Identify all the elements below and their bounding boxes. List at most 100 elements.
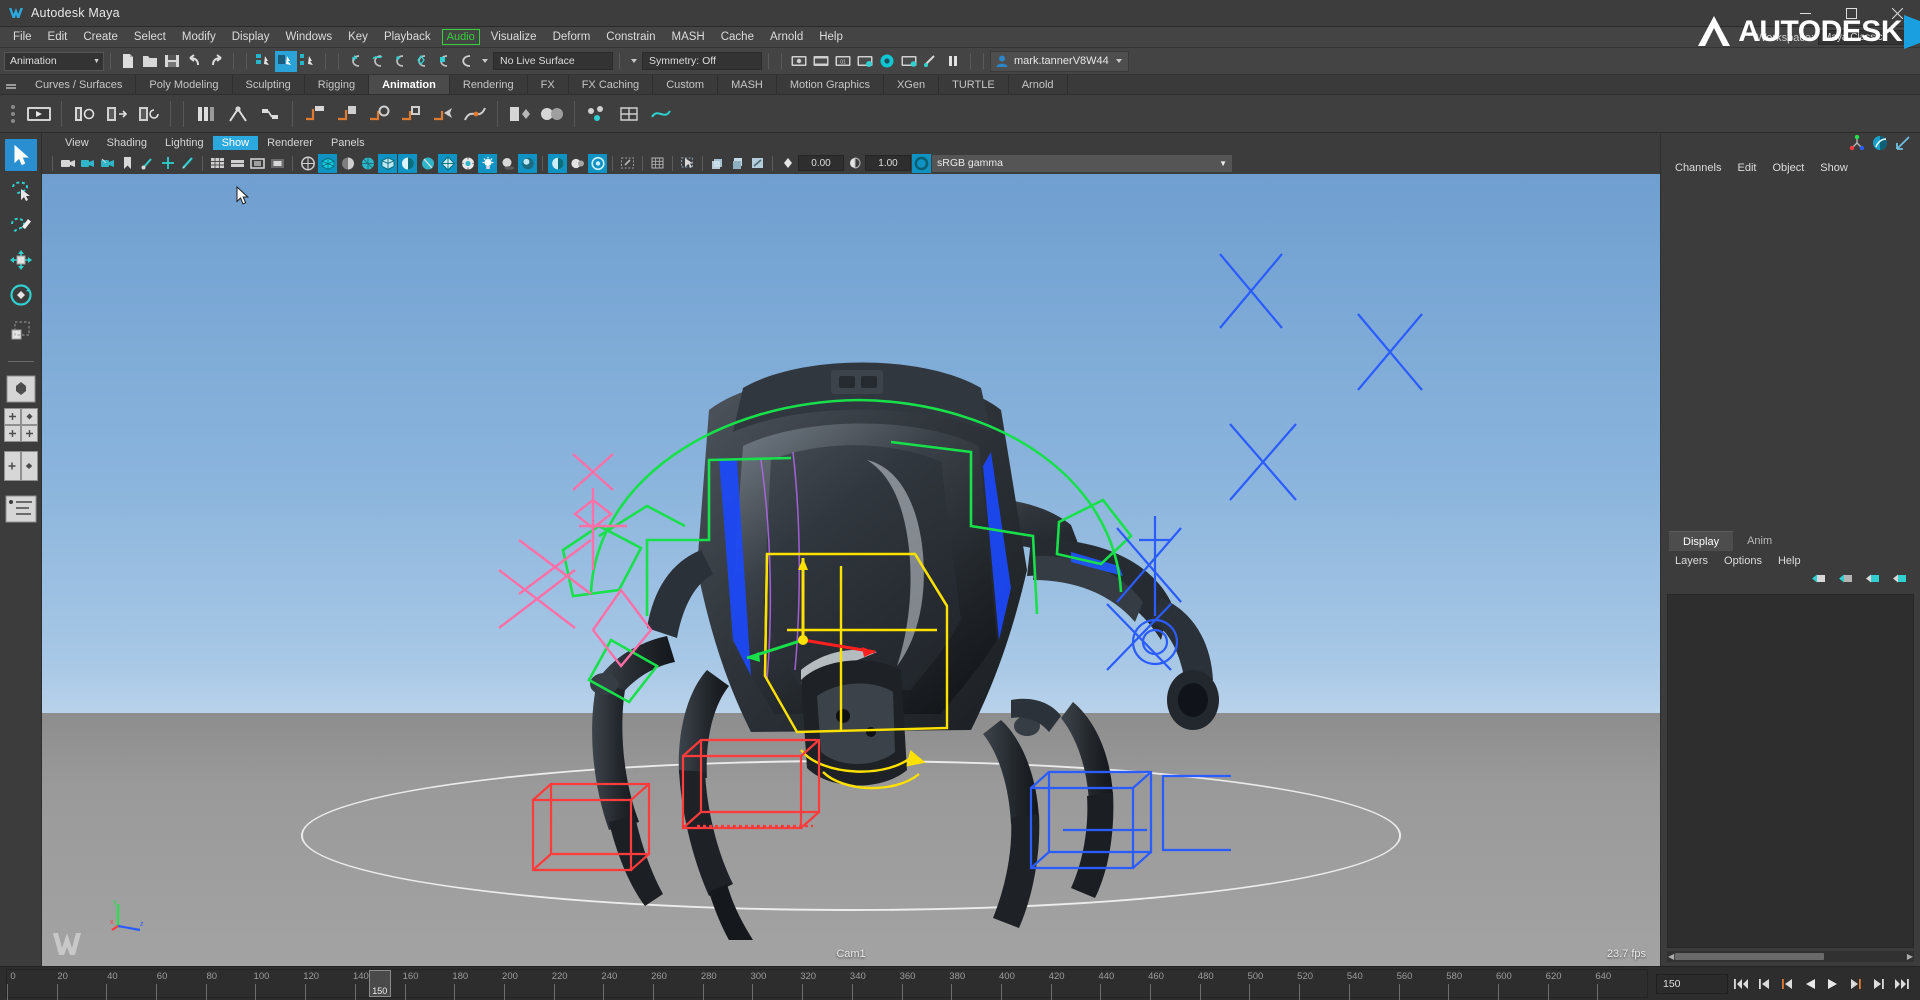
- menu-constrain[interactable]: Constrain: [598, 28, 663, 46]
- snap-to-projected-center-icon[interactable]: [411, 51, 433, 72]
- set-key-rotate-icon[interactable]: [133, 99, 163, 129]
- scale-constraint-icon[interactable]: [396, 99, 426, 129]
- pause-icon[interactable]: [942, 51, 964, 72]
- blend-shape-icon[interactable]: [537, 99, 567, 129]
- time-slider-playhead[interactable]: 150: [369, 970, 391, 997]
- time-slider-track[interactable]: 0204060801001201401601802002202402602803…: [6, 969, 1648, 998]
- select-by-component-icon[interactable]: [297, 51, 319, 72]
- go-to-start-button[interactable]: [1731, 973, 1751, 995]
- create-deformer-icon[interactable]: [505, 99, 535, 129]
- scale-tool-button[interactable]: [5, 314, 37, 346]
- layer-menu-options[interactable]: Options: [1716, 553, 1770, 569]
- film-gate-icon[interactable]: [228, 154, 247, 173]
- viewport-menu-view[interactable]: View: [56, 136, 98, 150]
- viewport-menu-renderer[interactable]: Renderer: [258, 136, 322, 150]
- quad-cell[interactable]: [21, 408, 38, 425]
- maximize-button[interactable]: [1828, 0, 1874, 27]
- shelf-menu-icon[interactable]: [0, 75, 22, 94]
- symmetry-field[interactable]: Symmetry: Off: [642, 52, 762, 70]
- use-all-lights-icon[interactable]: [478, 154, 497, 173]
- gamma-value[interactable]: 1.00: [865, 155, 911, 171]
- channel-box-content[interactable]: [1661, 179, 1920, 531]
- quad-cell[interactable]: [4, 408, 21, 425]
- menu-mash[interactable]: MASH: [664, 28, 713, 46]
- quad-cell[interactable]: [4, 425, 21, 442]
- undo-icon[interactable]: [183, 51, 205, 72]
- menu-key[interactable]: Key: [340, 28, 376, 46]
- menu-display[interactable]: Display: [224, 28, 278, 46]
- unlock-camera-icon[interactable]: [98, 154, 117, 173]
- layout-single-perspective-button[interactable]: [5, 373, 37, 405]
- xray-shaded-icon[interactable]: [708, 154, 727, 173]
- layer-tab-display[interactable]: Display: [1669, 531, 1733, 551]
- select-tool-button[interactable]: [5, 139, 37, 171]
- menu-audio[interactable]: Audio: [442, 29, 480, 45]
- redo-icon[interactable]: [205, 51, 227, 72]
- xray-joints-icon[interactable]: [318, 154, 337, 173]
- live-surface-field[interactable]: No Live Surface: [493, 52, 613, 70]
- resolution-gate-icon[interactable]: [248, 154, 267, 173]
- layer-horizontal-scrollbar[interactable]: ◀ ▶: [1667, 951, 1914, 962]
- color-management-icon[interactable]: [912, 154, 931, 173]
- smooth-shade-all-icon[interactable]: [378, 154, 397, 173]
- snap-to-view-plane-icon[interactable]: [433, 51, 455, 72]
- channel-box-icon[interactable]: [1872, 135, 1888, 156]
- shelf-tab-turtle[interactable]: TURTLE: [939, 75, 1009, 94]
- quad-cell[interactable]: [21, 425, 38, 442]
- pane-right[interactable]: [21, 451, 38, 481]
- new-layer-from-selected-icon[interactable]: [1837, 572, 1854, 590]
- render-settings-icon[interactable]: 01: [832, 51, 854, 72]
- play-backwards-button[interactable]: [1800, 973, 1820, 995]
- layer-move-up-icon[interactable]: [1864, 572, 1881, 590]
- step-back-frame-button[interactable]: [1777, 973, 1797, 995]
- user-account-button[interactable]: mark.tannerV8W44: [990, 51, 1129, 72]
- workspace-selector[interactable]: Workspace: Maya Classic: [1756, 27, 1920, 48]
- isolate-select-toggle-icon[interactable]: [678, 154, 697, 173]
- new-scene-icon[interactable]: [117, 51, 139, 72]
- go-to-end-button[interactable]: [1892, 973, 1912, 995]
- chevron-down-icon[interactable]: [482, 59, 488, 63]
- current-frame-field[interactable]: 150: [1656, 974, 1728, 994]
- set-key-translate-icon[interactable]: [101, 99, 131, 129]
- shelf-tab-xgen[interactable]: XGen: [884, 75, 939, 94]
- chevron-down-icon[interactable]: [631, 59, 637, 63]
- orient-constraint-icon[interactable]: [364, 99, 394, 129]
- channelbox-menu-object[interactable]: Object: [1764, 160, 1812, 176]
- layer-tab-anim[interactable]: Anim: [1733, 531, 1786, 551]
- chevron-down-icon[interactable]: [1116, 59, 1122, 63]
- menu-set-selector[interactable]: Animation ▼: [4, 52, 104, 71]
- step-back-keyframe-button[interactable]: [1754, 973, 1774, 995]
- motion-path-icon[interactable]: [460, 99, 490, 129]
- step-forward-keyframe-button[interactable]: [1869, 973, 1889, 995]
- isolate-select-icon[interactable]: [618, 154, 637, 173]
- grid-icon[interactable]: [208, 154, 227, 173]
- wireframe-on-shaded-icon[interactable]: [438, 154, 457, 173]
- smooth-shade-selected-icon[interactable]: [398, 154, 417, 173]
- close-button[interactable]: [1874, 0, 1920, 27]
- scroll-thumb[interactable]: [1675, 953, 1824, 960]
- viewport-menu-lighting[interactable]: Lighting: [156, 136, 213, 150]
- render-current-frame-icon[interactable]: [788, 51, 810, 72]
- step-forward-frame-button[interactable]: [1846, 973, 1866, 995]
- shelf-tab-fx-caching[interactable]: FX Caching: [569, 75, 653, 94]
- save-scene-icon[interactable]: [161, 51, 183, 72]
- paint-select-tool-button[interactable]: [5, 209, 37, 241]
- gamma-icon[interactable]: [845, 154, 864, 173]
- grid-toggle-icon[interactable]: [648, 154, 667, 173]
- layer-menu-layers[interactable]: Layers: [1667, 553, 1716, 569]
- wire-deformer-icon[interactable]: [646, 99, 676, 129]
- shelf-tab-arnold[interactable]: Arnold: [1009, 75, 1068, 94]
- shelf-tab-mash[interactable]: MASH: [718, 75, 777, 94]
- workspace-combo[interactable]: Maya Classic: [1818, 30, 1914, 45]
- depth-of-field-icon[interactable]: [588, 154, 607, 173]
- pane-left[interactable]: [4, 451, 21, 481]
- shelf-tab-sculpting[interactable]: Sculpting: [233, 75, 305, 94]
- channelbox-menu-edit[interactable]: Edit: [1729, 160, 1764, 176]
- menu-playback[interactable]: Playback: [376, 28, 439, 46]
- bind-skin-icon[interactable]: [255, 99, 285, 129]
- ipr-render-icon[interactable]: [810, 51, 832, 72]
- 3d-viewport[interactable]: Cam1 23.7 fps y z x: [42, 174, 1660, 966]
- aim-constraint-icon[interactable]: [428, 99, 458, 129]
- textured-icon[interactable]: [458, 154, 477, 173]
- open-scene-icon[interactable]: [139, 51, 161, 72]
